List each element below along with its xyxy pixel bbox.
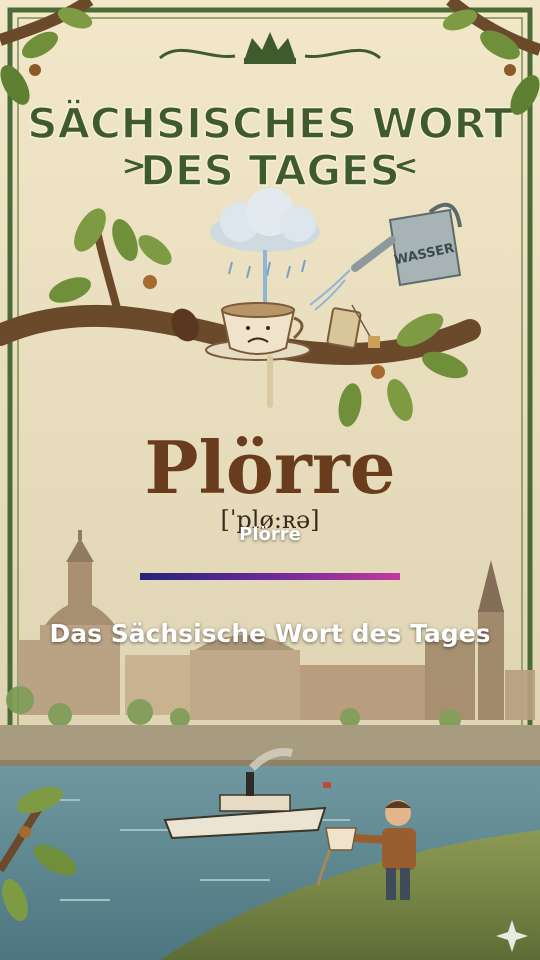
- accent-gradient-bar: [140, 573, 400, 580]
- poster-word: Plörre: [144, 425, 395, 510]
- overlay-word-label: Plörre: [239, 524, 301, 545]
- overlay-title: Das Sächsische Wort des Tages: [49, 619, 491, 648]
- poster-illustration: SÄCHSISCHES WORT DES TAGES WASSER Plörre…: [0, 0, 540, 960]
- poster-title-line2: DES TAGES: [140, 146, 400, 195]
- poster-title-line1: SÄCHSISCHES WORT: [27, 98, 513, 148]
